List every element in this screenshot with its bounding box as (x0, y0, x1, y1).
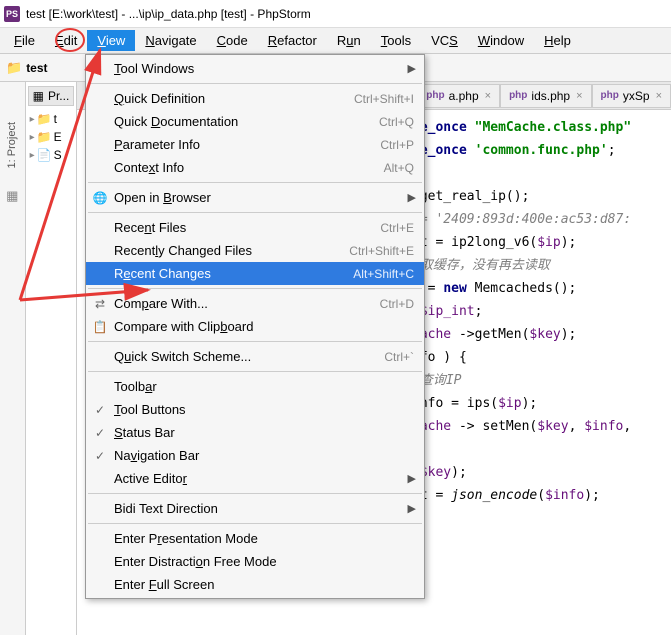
menu-separator (88, 493, 422, 494)
chevron-right-icon: ▶ (408, 62, 416, 75)
menu-separator (88, 182, 422, 183)
menu-item[interactable]: ⇄Compare With...Ctrl+D (86, 292, 424, 315)
menu-item[interactable]: ✓Navigation Bar (86, 444, 424, 467)
breadcrumb[interactable]: test (26, 61, 47, 75)
menu-separator (88, 341, 422, 342)
project-tree-title: Pr... (48, 89, 69, 103)
menu-item[interactable]: 📋Compare with Clipboard (86, 315, 424, 338)
menu-item[interactable]: Tool Windows▶ (86, 57, 424, 80)
menu-vcs[interactable]: VCS (421, 30, 468, 51)
menu-item[interactable]: Recently Changed FilesCtrl+Shift+E (86, 239, 424, 262)
menu-item[interactable]: ✓Status Bar (86, 421, 424, 444)
close-icon[interactable]: × (485, 90, 491, 102)
menu-item-icon: ✓ (92, 426, 108, 440)
menu-item[interactable]: Context InfoAlt+Q (86, 156, 424, 179)
menu-item[interactable]: Parameter InfoCtrl+P (86, 133, 424, 156)
menu-bar: FileEditViewNavigateCodeRefactorRunTools… (0, 28, 671, 54)
title-bar: PS test [E:\work\test] - ...\ip\ip_data.… (0, 0, 671, 28)
chevron-right-icon: ▶ (408, 472, 416, 485)
menu-item[interactable]: Enter Distraction Free Mode (86, 550, 424, 573)
menu-item[interactable]: 🌐Open in Browser▶ (86, 186, 424, 209)
menu-file[interactable]: File (4, 30, 45, 51)
menu-item[interactable]: Enter Full Screen (86, 573, 424, 596)
menu-navigate[interactable]: Navigate (135, 30, 206, 51)
structure-icon[interactable]: ▦ (6, 188, 18, 204)
close-icon[interactable]: × (656, 90, 662, 102)
menu-run[interactable]: Run (327, 30, 371, 51)
menu-separator (88, 212, 422, 213)
menu-item[interactable]: Recent ChangesAlt+Shift+C (86, 262, 424, 285)
menu-separator (88, 288, 422, 289)
editor-tab[interactable]: phpa.php× (417, 84, 500, 108)
editor-tab[interactable]: phpids.php× (500, 84, 591, 108)
menu-item[interactable]: Quick Switch Scheme...Ctrl+` (86, 345, 424, 368)
project-icon: ▦ (33, 89, 44, 103)
view-menu-dropdown: Tool Windows▶ Quick DefinitionCtrl+Shift+… (85, 54, 425, 599)
menu-separator (88, 523, 422, 524)
folder-icon: 📁 (6, 60, 22, 76)
menu-refactor[interactable]: Refactor (258, 30, 327, 51)
menu-item[interactable]: Quick DefinitionCtrl+Shift+I (86, 87, 424, 110)
menu-item[interactable]: ✓Tool Buttons (86, 398, 424, 421)
menu-item[interactable]: Bidi Text Direction▶ (86, 497, 424, 520)
editor-tab[interactable]: phpyxSp× (592, 84, 671, 108)
chevron-right-icon: ▶ (408, 191, 416, 204)
close-icon[interactable]: × (576, 90, 582, 102)
window-title: test [E:\work\test] - ...\ip\ip_data.php… (26, 7, 311, 21)
menu-window[interactable]: Window (468, 30, 534, 51)
project-tool-tab[interactable]: 1: Project (6, 122, 18, 168)
menu-item[interactable]: Recent FilesCtrl+E (86, 216, 424, 239)
project-tree-header[interactable]: ▦ Pr... (28, 86, 75, 106)
tree-node[interactable]: ▸📄S (28, 146, 75, 164)
menu-item-icon: ✓ (92, 449, 108, 463)
menu-edit[interactable]: Edit (45, 30, 87, 51)
php-icon: php (601, 90, 619, 101)
project-tree[interactable]: ▦ Pr... ▸📁t▸📁E▸📄S (26, 82, 78, 635)
chevron-right-icon: ▶ (408, 502, 416, 515)
menu-item-icon: ✓ (92, 403, 108, 417)
menu-item[interactable]: Active Editor▶ (86, 467, 424, 490)
menu-item-icon: 📋 (92, 320, 108, 334)
php-icon: php (509, 90, 527, 101)
menu-item-icon: ⇄ (92, 297, 108, 311)
app-icon: PS (4, 6, 20, 22)
menu-item[interactable]: Quick DocumentationCtrl+Q (86, 110, 424, 133)
php-icon: php (426, 90, 444, 101)
menu-item-icon: 🌐 (92, 191, 108, 205)
left-gutter: 1: Project ▦ (0, 82, 26, 635)
menu-item[interactable]: Enter Presentation Mode (86, 527, 424, 550)
tree-node[interactable]: ▸📁t (28, 110, 75, 128)
menu-help[interactable]: Help (534, 30, 581, 51)
tree-node[interactable]: ▸📁E (28, 128, 75, 146)
menu-view[interactable]: View (87, 30, 135, 51)
menu-item[interactable]: Toolbar (86, 375, 424, 398)
menu-separator (88, 83, 422, 84)
menu-tools[interactable]: Tools (371, 30, 421, 51)
menu-code[interactable]: Code (207, 30, 258, 51)
menu-separator (88, 371, 422, 372)
